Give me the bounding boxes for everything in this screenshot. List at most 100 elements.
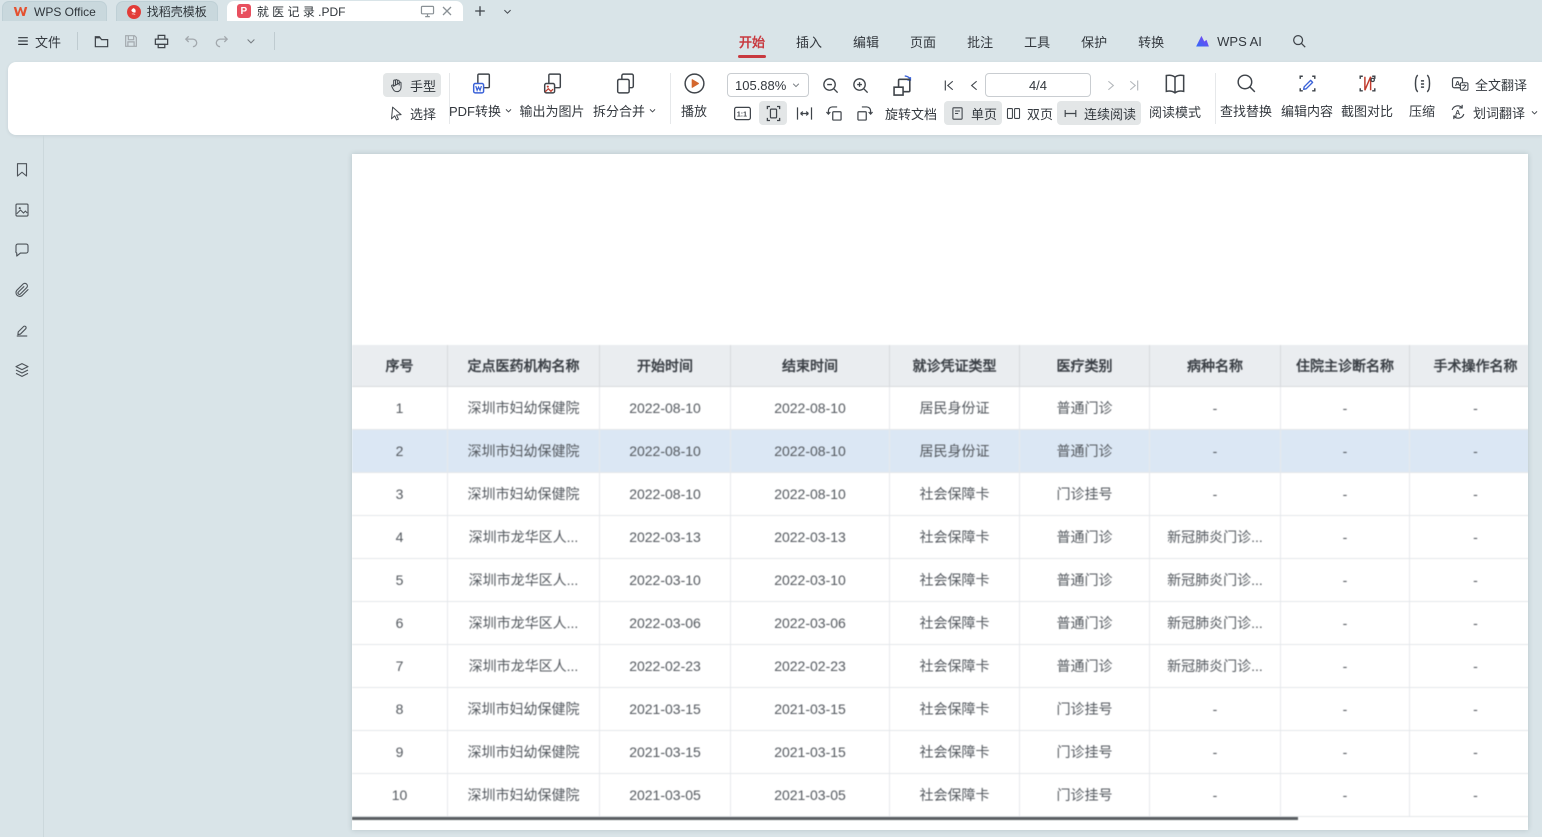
menu-tab-home[interactable]: 开始 bbox=[738, 21, 766, 61]
table-cell: - bbox=[1410, 430, 1528, 472]
table-cell: 深圳市龙华区人... bbox=[448, 516, 600, 558]
rotate-document-label: 旋转文档 bbox=[885, 104, 937, 123]
menu-tab-tools[interactable]: 工具 bbox=[1023, 21, 1051, 61]
table-cell: 2022-03-10 bbox=[731, 559, 890, 601]
open-folder-icon bbox=[93, 33, 110, 50]
table-cell: 2022-08-10 bbox=[731, 387, 890, 429]
table-cell: 8 bbox=[352, 688, 448, 730]
tab-wps-office[interactable]: WPS Office bbox=[2, 1, 107, 21]
word-translate-icon: A bbox=[1448, 102, 1468, 122]
continuous-read-button[interactable]: 连续阅读 bbox=[1057, 101, 1141, 125]
table-cell: 2022-03-06 bbox=[731, 602, 890, 644]
tab-list-button[interactable] bbox=[497, 1, 519, 21]
table-cell: 2022-03-13 bbox=[600, 516, 731, 558]
save-button[interactable] bbox=[118, 28, 144, 54]
single-page-icon bbox=[949, 105, 966, 122]
read-mode-button[interactable]: 阅读模式 bbox=[1144, 71, 1206, 121]
zoom-level-select[interactable]: 105.88% bbox=[727, 73, 809, 97]
table-cell: 居民身份证 bbox=[890, 430, 1020, 472]
single-page-button[interactable]: 单页 bbox=[944, 101, 1002, 125]
full-translate-button[interactable]: A 全文翻译 bbox=[1450, 72, 1527, 96]
page-number-input[interactable] bbox=[985, 73, 1091, 97]
menu-tab-convert[interactable]: 转换 bbox=[1137, 21, 1165, 61]
table-cell: 普通门诊 bbox=[1020, 430, 1150, 472]
tab-document-active[interactable]: P 就 医 记 录 .PDF bbox=[227, 1, 463, 21]
screen-share-icon[interactable] bbox=[420, 5, 435, 18]
table-cell: 社会保障卡 bbox=[890, 731, 1020, 773]
menu-tab-page[interactable]: 页面 bbox=[909, 21, 937, 61]
menu-tab-comment[interactable]: 批注 bbox=[966, 21, 994, 61]
attachments-panel-button[interactable] bbox=[7, 275, 37, 305]
table-cell: - bbox=[1410, 688, 1528, 730]
word-translate-label: 划词翻译 bbox=[1473, 103, 1525, 122]
table-cell: - bbox=[1281, 387, 1410, 429]
file-menu-button[interactable]: 文件 bbox=[10, 28, 67, 55]
workspace: 序号定点医药机构名称开始时间结束时间就诊凭证类型医疗类别病种名称住院主诊断名称手… bbox=[0, 135, 1542, 837]
compress-label: 压缩 bbox=[1409, 101, 1435, 120]
export-image-button[interactable]: 输出为图片 bbox=[518, 71, 586, 120]
table-cell: - bbox=[1281, 559, 1410, 601]
table-cell: 深圳市妇幼保健院 bbox=[448, 731, 600, 773]
rotate-left-button[interactable] bbox=[820, 101, 848, 125]
new-tab-button[interactable] bbox=[469, 1, 491, 21]
compress-button[interactable]: 压缩 bbox=[1405, 71, 1439, 120]
print-button[interactable] bbox=[148, 28, 174, 54]
rotate-pages-button[interactable] bbox=[886, 70, 918, 100]
search-icon[interactable] bbox=[1291, 33, 1307, 49]
table-cell: - bbox=[1150, 731, 1281, 773]
undo-button[interactable] bbox=[178, 28, 204, 54]
chevron-down-icon bbox=[1530, 108, 1539, 117]
chevron-down-icon bbox=[791, 80, 801, 90]
first-page-button[interactable] bbox=[934, 73, 962, 97]
table-cell: 门诊挂号 bbox=[1020, 731, 1150, 773]
word-translate-button[interactable]: A 划词翻译 bbox=[1448, 100, 1539, 124]
read-mode-label: 阅读模式 bbox=[1149, 102, 1201, 121]
pdf-convert-button[interactable]: PDF转换 bbox=[450, 71, 512, 120]
fit-page-icon bbox=[763, 103, 784, 124]
actual-size-button[interactable]: 1:1 bbox=[728, 101, 756, 125]
close-tab-icon[interactable] bbox=[441, 5, 453, 17]
zoom-out-button[interactable] bbox=[816, 73, 844, 97]
play-button[interactable]: 播放 bbox=[674, 71, 714, 120]
more-history-button[interactable] bbox=[238, 28, 264, 54]
menu-label: 页面 bbox=[910, 32, 936, 51]
table-cell: 1 bbox=[352, 387, 448, 429]
fit-page-button[interactable] bbox=[759, 101, 787, 125]
menu-tab-insert[interactable]: 插入 bbox=[795, 21, 823, 61]
table-cell: - bbox=[1410, 774, 1528, 816]
document-area[interactable]: 序号定点医药机构名称开始时间结束时间就诊凭证类型医疗类别病种名称住院主诊断名称手… bbox=[44, 135, 1542, 837]
tab-docer-templates[interactable]: 找稻壳模板 bbox=[116, 1, 218, 21]
thumbnails-panel-button[interactable] bbox=[7, 195, 37, 225]
redo-button[interactable] bbox=[208, 28, 234, 54]
table-cell: 深圳市妇幼保健院 bbox=[448, 473, 600, 515]
edit-content-button[interactable]: 编辑内容 bbox=[1279, 71, 1335, 120]
zoom-in-button[interactable] bbox=[846, 73, 874, 97]
bookmarks-panel-button[interactable] bbox=[7, 155, 37, 185]
zoom-in-icon bbox=[851, 76, 870, 95]
screenshot-compare-icon bbox=[1355, 71, 1380, 96]
plus-icon bbox=[473, 4, 487, 18]
rotate-right-button[interactable] bbox=[850, 101, 878, 125]
open-file-button[interactable] bbox=[88, 28, 114, 54]
comments-panel-button[interactable] bbox=[7, 235, 37, 265]
table-cell: 普通门诊 bbox=[1020, 602, 1150, 644]
fit-width-button[interactable] bbox=[790, 101, 818, 125]
find-replace-button[interactable]: 查找替换 bbox=[1218, 71, 1274, 120]
screenshot-compare-button[interactable]: 截图对比 bbox=[1339, 71, 1395, 120]
menu-tab-protect[interactable]: 保护 bbox=[1080, 21, 1108, 61]
table-cell: - bbox=[1150, 430, 1281, 472]
select-tool-button[interactable]: 选择 bbox=[383, 101, 441, 125]
signature-panel-button[interactable] bbox=[7, 315, 37, 345]
svg-text:1:1: 1:1 bbox=[736, 111, 746, 118]
menu-tab-edit[interactable]: 编辑 bbox=[852, 21, 880, 61]
previous-page-button[interactable] bbox=[960, 73, 988, 97]
table-cell: 居民身份证 bbox=[890, 387, 1020, 429]
docer-logo-icon bbox=[127, 5, 141, 19]
layers-panel-button[interactable] bbox=[7, 355, 37, 385]
hand-tool-button[interactable]: 手型 bbox=[383, 73, 441, 97]
table-cell: 2022-08-10 bbox=[600, 387, 731, 429]
wps-ai-button[interactable]: WPS AI bbox=[1194, 33, 1262, 50]
rotate-document-button[interactable]: 旋转文档 bbox=[880, 101, 942, 125]
hamburger-icon bbox=[16, 34, 30, 48]
split-merge-button[interactable]: 拆分合并 bbox=[592, 71, 658, 120]
